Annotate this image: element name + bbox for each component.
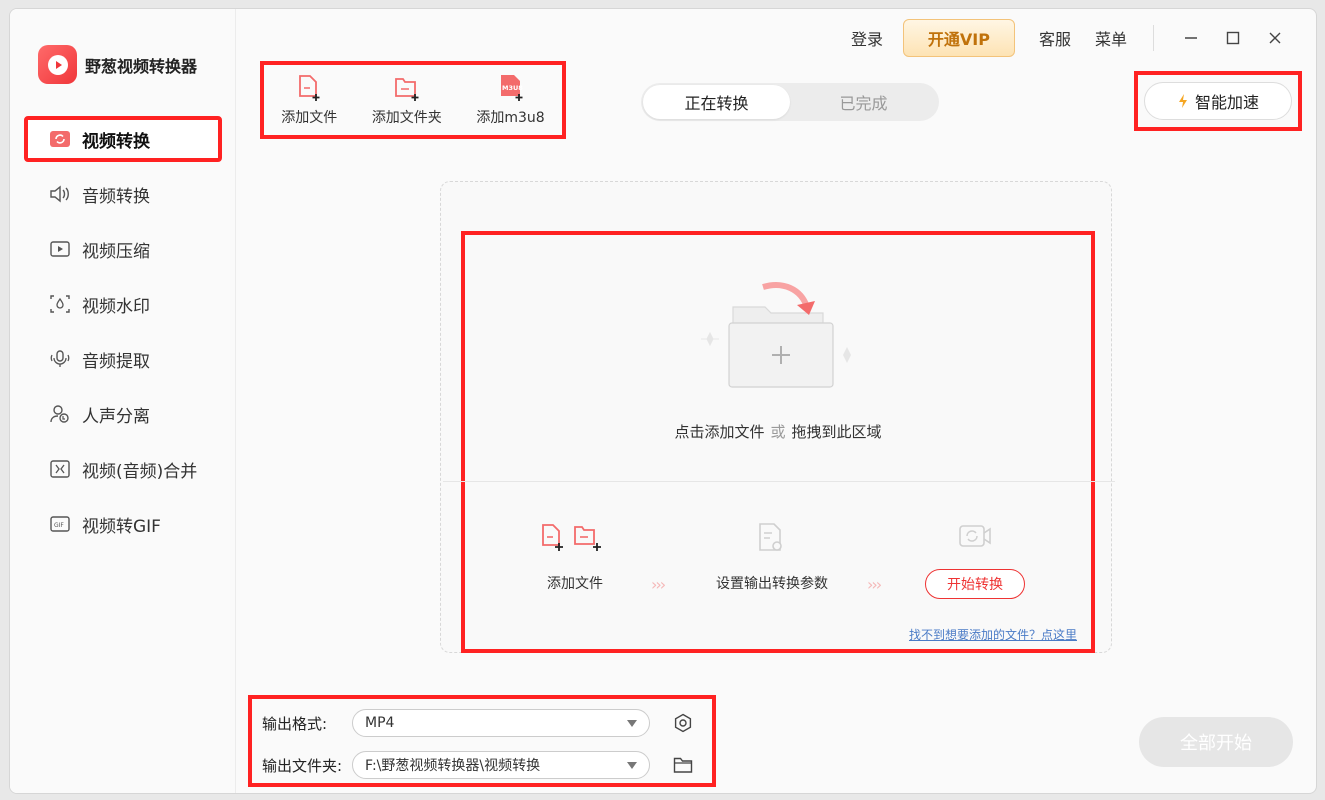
- vip-button[interactable]: 开通VIP: [902, 19, 1015, 57]
- sidebar-item-label: 视频压缩: [82, 241, 150, 262]
- step-set-params-label: 设置输出转换参数: [716, 576, 828, 592]
- output-folder-value: F:\野葱视频转换器\视频转换: [365, 758, 541, 774]
- chevron-down-icon: [627, 719, 637, 727]
- tab-completed[interactable]: 已完成: [790, 85, 937, 119]
- drag-text: 拖拽到此区域: [791, 423, 882, 441]
- sidebar-item-label: 视频转换: [82, 131, 150, 152]
- settings-file-icon: [759, 523, 782, 551]
- accelerate-highlight: 智能加速: [1134, 71, 1302, 131]
- accelerate-label: 智能加速: [1194, 93, 1259, 112]
- sidebar-item-video-watermark[interactable]: 视频水印: [24, 281, 222, 327]
- sparkle-left: [701, 331, 719, 347]
- output-format-value: MP4: [365, 715, 395, 731]
- sidebar-item-label: 视频水印: [82, 296, 150, 317]
- login-link[interactable]: 登录: [851, 26, 883, 50]
- status-tabs: 正在转换 已完成: [641, 83, 939, 121]
- output-folder-label: 输出文件夹:: [262, 756, 343, 775]
- minimize-icon[interactable]: [1176, 23, 1206, 53]
- top-bar: 登录 开通VIP 客服 菜单: [827, 9, 1316, 67]
- lightning-icon: [1178, 94, 1187, 108]
- start-convert-button[interactable]: 开始转换: [925, 569, 1025, 599]
- start-all-button[interactable]: 全部开始: [1139, 717, 1293, 767]
- gif-icon: GIF: [48, 513, 72, 535]
- help-link[interactable]: 找不到想要添加的文件？点这里: [909, 626, 1077, 643]
- tab-converting[interactable]: 正在转换: [643, 85, 790, 119]
- menu-link[interactable]: 菜单: [1095, 26, 1127, 50]
- video-convert-gray-icon: [959, 525, 991, 547]
- sidebar-item-label: 人声分离: [82, 406, 150, 427]
- sidebar-item-gif[interactable]: GIF 视频转GIF: [24, 501, 222, 547]
- add-file-button[interactable]: 添加文件: [281, 74, 337, 127]
- drop-zone[interactable]: 点击添加文件或拖拽到此区域 添加文件 ››› 设置输出转换参数 ››› 开始转换…: [443, 231, 1115, 653]
- arrow-icon: ›››: [651, 575, 666, 594]
- mic-icon: [48, 348, 72, 370]
- add-m3u8-label: 添加m3u8: [476, 109, 545, 126]
- sidebar-item-label: 视频转GIF: [82, 516, 161, 537]
- brand: 野葱视频转换器: [38, 45, 197, 84]
- video-convert-icon: [48, 128, 72, 150]
- divider: [1153, 25, 1154, 51]
- watermark-icon: [48, 293, 72, 315]
- m3u8-badge: M3U8: [502, 84, 523, 92]
- output-format-label: 输出格式:: [262, 714, 328, 733]
- add-file-label: 添加文件: [281, 109, 338, 126]
- or-text: 或: [770, 423, 786, 441]
- sidebar-item-video-compress[interactable]: 视频压缩: [24, 226, 222, 272]
- sidebar-item-merge[interactable]: 视频(音频)合并: [24, 446, 222, 492]
- drop-divider: [443, 481, 1115, 482]
- app-name: 野葱视频转换器: [85, 56, 198, 76]
- speaker-icon: [48, 183, 72, 205]
- sidebar-item-label: 视频(音频)合并: [82, 461, 198, 482]
- add-folder-icon: [394, 77, 419, 101]
- output-format-select[interactable]: MP4: [352, 709, 650, 737]
- add-toolbar: 添加文件 添加文件夹 M3U8 添加m3u8: [260, 61, 566, 139]
- sidebar-item-label: 音频转换: [82, 186, 150, 207]
- sidebar-item-label: 音频提取: [82, 351, 150, 372]
- sidebar-item-audio-convert[interactable]: 音频转换: [24, 171, 222, 217]
- sidebar-item-vocal-split[interactable]: 人声分离: [24, 391, 222, 437]
- add-m3u8-button[interactable]: M3U8 添加m3u8: [476, 74, 545, 127]
- output-folder-row: 输出文件夹: F:\野葱视频转换器\视频转换: [262, 751, 694, 779]
- output-settings: 输出格式: MP4 输出文件夹: F:\野葱视频转换器\视频转换: [248, 695, 716, 787]
- svg-text:GIF: GIF: [54, 522, 64, 529]
- arrow-icon: ›››: [867, 575, 882, 594]
- sparkle-right: [843, 347, 851, 363]
- output-folder-select[interactable]: F:\野葱视频转换器\视频转换: [352, 751, 650, 779]
- merge-icon: [48, 458, 72, 480]
- add-files-icon: [542, 524, 601, 551]
- chevron-down-icon: [627, 761, 637, 769]
- output-format-row: 输出格式: MP4: [262, 709, 694, 737]
- sidebar: 野葱视频转换器 视频转换 音频转换 视频压缩 视频水印 音频提取 人声分离 视频…: [10, 9, 236, 793]
- format-settings-icon[interactable]: [672, 712, 694, 734]
- folder-add-icon: [701, 282, 851, 388]
- step-set-params: 设置输出转换参数: [716, 521, 828, 593]
- m3u8-file-icon: M3U8: [500, 74, 523, 101]
- sidebar-item-video-convert[interactable]: 视频转换: [24, 116, 222, 162]
- service-link[interactable]: 客服: [1039, 26, 1071, 50]
- close-icon[interactable]: [1260, 23, 1290, 53]
- sidebar-nav: 视频转换 音频转换 视频压缩 视频水印 音频提取 人声分离 视频(音频)合并 G…: [24, 116, 222, 556]
- add-folder-label: 添加文件夹: [371, 109, 442, 126]
- folder-icon[interactable]: [672, 754, 694, 776]
- maximize-icon[interactable]: [1218, 23, 1248, 53]
- click-add-text: 点击添加文件: [674, 423, 765, 441]
- add-folder-button[interactable]: 添加文件夹: [372, 74, 442, 127]
- app-window: 野葱视频转换器 视频转换 音频转换 视频压缩 视频水印 音频提取 人声分离 视频…: [9, 8, 1317, 794]
- sidebar-item-audio-extract[interactable]: 音频提取: [24, 336, 222, 382]
- step-add-file: 添加文件: [539, 521, 611, 593]
- drop-instruction: 点击添加文件或拖拽到此区域: [465, 421, 1091, 442]
- vocal-split-icon: [48, 403, 72, 425]
- play-logo-icon: [38, 45, 77, 84]
- compress-icon: [48, 238, 72, 260]
- step-add-file-label: 添加文件: [547, 576, 603, 592]
- step-start: 开始转换: [925, 521, 1025, 599]
- add-file-icon: [299, 74, 320, 101]
- accelerate-button[interactable]: 智能加速: [1144, 82, 1292, 120]
